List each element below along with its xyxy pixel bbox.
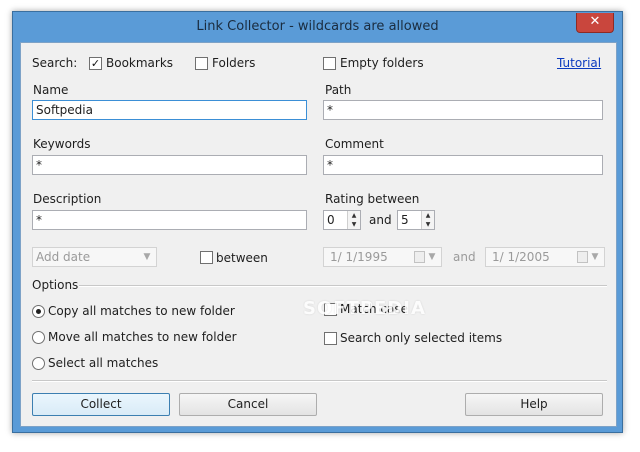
add-date-text: Add date bbox=[36, 250, 91, 264]
close-icon: ✕ bbox=[589, 14, 601, 29]
window-title: Link Collector - wildcards are allowed bbox=[196, 19, 439, 34]
dialog-client: Search: ✓ Bookmarks Folders Empty folder… bbox=[20, 42, 617, 427]
search-label: Search: bbox=[32, 56, 78, 70]
empty-folders-label[interactable]: Empty folders bbox=[340, 56, 424, 70]
rating-label: Rating between bbox=[325, 192, 420, 206]
rating-to-value: 5 bbox=[401, 213, 409, 227]
add-date-combo[interactable]: Add date ▼ bbox=[32, 247, 157, 267]
spin-up-icon[interactable]: ▲ bbox=[348, 211, 360, 220]
rating-to-arrows[interactable]: ▲ ▼ bbox=[421, 211, 434, 229]
comment-input[interactable]: * bbox=[323, 155, 603, 175]
path-input[interactable]: * bbox=[323, 100, 603, 120]
from-date-value: 1/ 1/1995 bbox=[330, 250, 388, 264]
softpedia-watermark: SOFTPEDIA bbox=[303, 298, 426, 319]
calendar-icon bbox=[414, 251, 425, 263]
calendar-icon bbox=[577, 251, 588, 263]
empty-folders-checkbox[interactable] bbox=[323, 57, 336, 70]
spin-up-icon[interactable]: ▲ bbox=[422, 211, 434, 220]
comment-label: Comment bbox=[325, 137, 384, 151]
options-divider bbox=[79, 285, 607, 287]
dialog-window: Link Collector - wildcards are allowed ✕… bbox=[12, 11, 623, 433]
options-legend: Options bbox=[32, 278, 79, 292]
select-matches-radio[interactable] bbox=[32, 357, 45, 370]
between-label[interactable]: between bbox=[216, 251, 268, 265]
between-checkbox[interactable] bbox=[200, 251, 213, 264]
rating-from-arrows[interactable]: ▲ ▼ bbox=[347, 211, 360, 229]
copy-matches-radio[interactable] bbox=[32, 305, 45, 318]
search-selected-checkbox[interactable] bbox=[324, 332, 337, 345]
keywords-label: Keywords bbox=[33, 137, 91, 151]
select-matches-label[interactable]: Select all matches bbox=[48, 356, 158, 370]
rating-from-spinner[interactable]: 0 ▲ ▼ bbox=[323, 210, 361, 230]
date-and-label: and bbox=[453, 250, 476, 264]
description-input[interactable]: * bbox=[32, 210, 307, 230]
tutorial-link[interactable]: Tutorial bbox=[557, 56, 601, 70]
chevron-down-icon[interactable]: ▼ bbox=[140, 250, 154, 264]
collect-button[interactable]: Collect bbox=[32, 393, 170, 416]
spin-down-icon[interactable]: ▼ bbox=[422, 220, 434, 229]
help-button[interactable]: Help bbox=[465, 393, 603, 416]
move-matches-radio[interactable] bbox=[32, 331, 45, 344]
copy-matches-label[interactable]: Copy all matches to new folder bbox=[48, 304, 235, 318]
description-label: Description bbox=[33, 192, 102, 206]
path-label: Path bbox=[325, 83, 352, 97]
rating-from-value: 0 bbox=[327, 213, 335, 227]
close-button[interactable]: ✕ bbox=[576, 13, 614, 33]
to-date-value: 1/ 1/2005 bbox=[492, 250, 550, 264]
from-date-picker[interactable]: 1/ 1/1995 ▼ bbox=[323, 247, 442, 267]
spin-down-icon[interactable]: ▼ bbox=[348, 220, 360, 229]
folders-checkbox[interactable] bbox=[195, 57, 208, 70]
to-date-picker[interactable]: 1/ 1/2005 ▼ bbox=[485, 247, 605, 267]
keywords-input[interactable]: * bbox=[32, 155, 307, 175]
name-label: Name bbox=[33, 83, 69, 97]
folders-label[interactable]: Folders bbox=[212, 56, 255, 70]
search-selected-label[interactable]: Search only selected items bbox=[340, 331, 502, 345]
chevron-down-icon[interactable]: ▼ bbox=[588, 250, 602, 264]
bookmarks-label[interactable]: Bookmarks bbox=[106, 56, 173, 70]
bookmarks-checkbox[interactable]: ✓ bbox=[89, 57, 102, 70]
move-matches-label[interactable]: Move all matches to new folder bbox=[48, 330, 237, 344]
rating-and-label: and bbox=[369, 213, 392, 227]
button-divider bbox=[32, 380, 607, 382]
name-input[interactable]: Softpedia bbox=[32, 100, 307, 120]
rating-to-spinner[interactable]: 5 ▲ ▼ bbox=[397, 210, 435, 230]
chevron-down-icon[interactable]: ▼ bbox=[425, 250, 439, 264]
title-bar[interactable]: Link Collector - wildcards are allowed ✕ bbox=[13, 12, 622, 42]
cancel-button[interactable]: Cancel bbox=[179, 393, 317, 416]
